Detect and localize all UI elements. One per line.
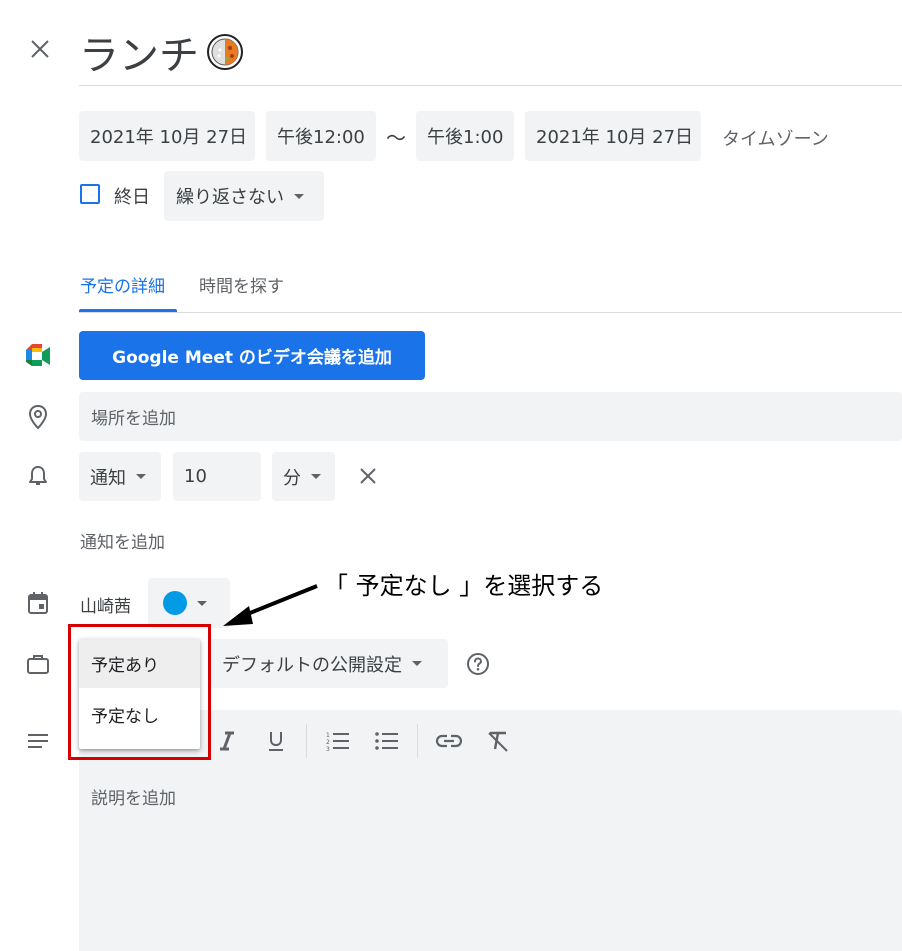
calendar-color-dot bbox=[163, 591, 187, 615]
timezone-button[interactable]: タイムゾーン bbox=[722, 125, 829, 151]
location-placeholder: 場所を追加 bbox=[91, 409, 176, 429]
end-date: 2021年 10月 27日 bbox=[536, 127, 694, 148]
toolbar-divider bbox=[306, 724, 307, 758]
toolbar-divider bbox=[417, 724, 418, 758]
repeat-select[interactable]: 繰り返さない bbox=[164, 171, 324, 221]
close-icon bbox=[360, 468, 376, 484]
google-meet-icon bbox=[24, 342, 52, 370]
add-google-meet-button[interactable]: Google Meet のビデオ会議を追加 bbox=[79, 331, 425, 380]
event-title: ランチ bbox=[79, 32, 199, 79]
visibility-select[interactable]: デフォルトの公開設定 bbox=[210, 639, 448, 688]
add-notification-link[interactable]: 通知を追加 bbox=[80, 528, 165, 553]
calendar-icon bbox=[24, 589, 52, 617]
tab-find-time[interactable]: 時間を探す bbox=[199, 272, 284, 297]
underline-icon bbox=[269, 732, 283, 751]
end-time-field[interactable]: 午後1:00 bbox=[416, 111, 514, 161]
chevron-down-icon bbox=[197, 600, 207, 606]
repeat-value: 繰り返さない bbox=[176, 187, 284, 208]
description-icon bbox=[24, 727, 52, 755]
start-time-field[interactable]: 午後12:00 bbox=[266, 111, 376, 161]
description-placeholder: 説明を追加 bbox=[91, 789, 176, 809]
calendar-owner: 山崎茜 bbox=[80, 597, 131, 617]
bell-icon bbox=[24, 462, 52, 490]
close-button[interactable] bbox=[24, 33, 56, 65]
allday-label: 終日 bbox=[114, 187, 150, 208]
notification-value: 10 bbox=[184, 466, 207, 487]
numbered-list-button[interactable]: 1 2 3 bbox=[323, 726, 353, 756]
notification-type: 通知 bbox=[90, 467, 126, 489]
chevron-down-icon bbox=[294, 193, 304, 199]
italic-button[interactable] bbox=[212, 726, 242, 756]
tabs-divider bbox=[79, 312, 902, 313]
notification-unit-select[interactable]: 分 bbox=[272, 452, 335, 501]
time-separator: 〜 bbox=[386, 126, 406, 150]
help-icon bbox=[467, 653, 489, 675]
add-google-meet-label: Google Meet のビデオ会議を追加 bbox=[112, 348, 392, 368]
curry-emoji-icon bbox=[205, 32, 245, 72]
bulleted-list-icon bbox=[375, 732, 398, 750]
help-button[interactable] bbox=[464, 650, 492, 678]
allday-checkbox[interactable] bbox=[80, 184, 100, 204]
chevron-down-icon bbox=[412, 661, 422, 666]
notification-unit: 分 bbox=[283, 467, 301, 489]
remove-format-icon bbox=[488, 731, 508, 752]
svg-text:1: 1 bbox=[326, 732, 330, 739]
chevron-down-icon bbox=[311, 474, 321, 479]
insert-link-button[interactable] bbox=[434, 726, 464, 756]
location-pin-icon bbox=[24, 403, 52, 431]
annotation-arrow bbox=[223, 584, 318, 626]
annotation-highlight-box bbox=[68, 624, 211, 760]
underline-button[interactable] bbox=[261, 726, 291, 756]
svg-text:3: 3 bbox=[326, 746, 330, 751]
end-time: 午後1:00 bbox=[427, 127, 504, 148]
numbered-list-icon: 1 2 3 bbox=[326, 732, 349, 751]
start-time: 午後12:00 bbox=[277, 127, 365, 148]
start-date-field[interactable]: 2021年 10月 27日 bbox=[79, 111, 255, 161]
location-input[interactable]: 場所を追加 bbox=[79, 392, 902, 441]
chevron-down-icon bbox=[136, 474, 146, 479]
svg-text:2: 2 bbox=[326, 739, 330, 746]
briefcase-icon bbox=[24, 650, 52, 678]
remove-format-button[interactable] bbox=[483, 726, 513, 756]
notification-type-select[interactable]: 通知 bbox=[79, 452, 161, 501]
notification-value-input[interactable]: 10 bbox=[173, 452, 261, 501]
italic-icon bbox=[220, 731, 234, 751]
link-icon bbox=[436, 734, 462, 748]
event-title-input[interactable]: ランチ bbox=[79, 18, 902, 86]
remove-notification-button[interactable] bbox=[354, 462, 382, 490]
close-icon bbox=[31, 40, 49, 58]
visibility-value: デフォルトの公開設定 bbox=[222, 654, 402, 676]
end-date-field[interactable]: 2021年 10月 27日 bbox=[525, 111, 701, 161]
annotation-text: 「 予定なし 」を選択する bbox=[324, 572, 604, 600]
start-date: 2021年 10月 27日 bbox=[90, 127, 248, 148]
tab-event-details[interactable]: 予定の詳細 bbox=[80, 272, 165, 297]
bulleted-list-button[interactable] bbox=[372, 726, 402, 756]
